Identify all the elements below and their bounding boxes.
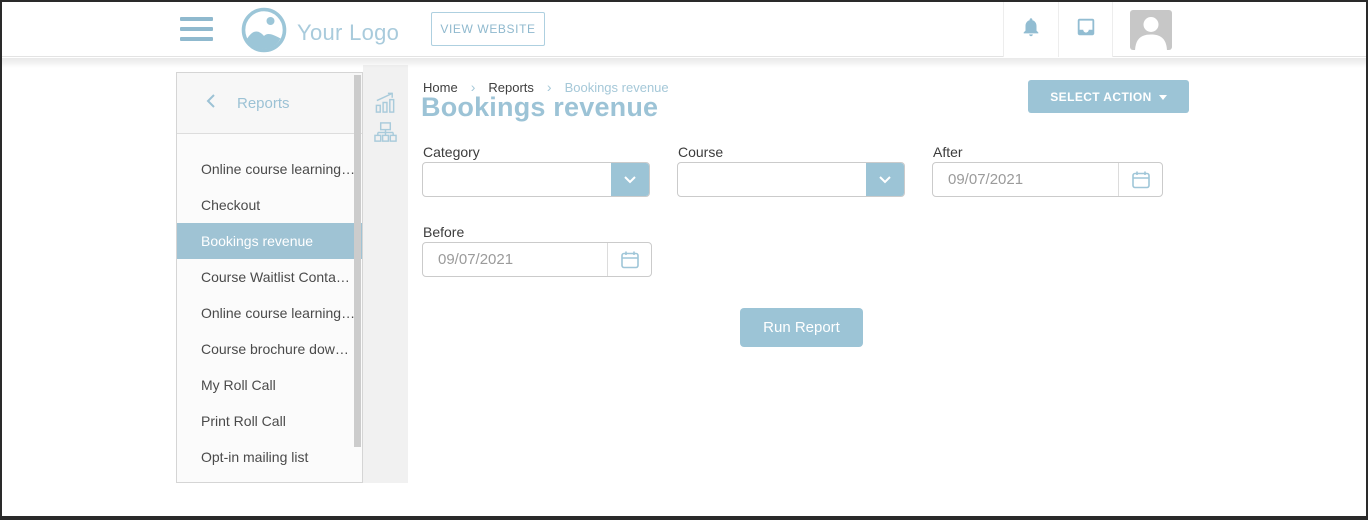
sidebar-item[interactable]: Course Waitlist Conta… (177, 259, 362, 295)
run-report-button[interactable]: Run Report (740, 308, 863, 347)
collapsed-nav-strip (363, 65, 408, 483)
reports-submenu-panel: Reports Online course learning… Checkout… (176, 72, 363, 483)
bell-icon (1020, 16, 1042, 43)
topbar-shadow (2, 58, 1366, 68)
app-window: Your Logo VIEW WEBSITE (0, 0, 1368, 520)
top-bar: Your Logo VIEW WEBSITE (2, 2, 1366, 57)
sidebar-item[interactable]: Online course learning… (177, 295, 362, 331)
caret-down-icon (1159, 95, 1167, 100)
after-calendar-button[interactable] (1118, 163, 1162, 196)
logo: Your Logo (240, 6, 399, 59)
sidebar-header-label: Reports (237, 95, 290, 112)
hamburger-menu-icon[interactable] (180, 17, 213, 41)
sidebar-back-header[interactable]: Reports (177, 73, 362, 134)
sidebar-item-bookings-revenue[interactable]: Bookings revenue (177, 223, 362, 259)
sidebar-item[interactable]: Opt-in mailing list (177, 439, 362, 475)
logo-image-icon (240, 6, 288, 59)
bar-chart-trend-icon[interactable] (374, 91, 397, 114)
after-date-input[interactable]: 09/07/2021 (932, 162, 1163, 197)
sitemap-icon[interactable] (374, 121, 397, 144)
select-action-label: SELECT ACTION (1050, 90, 1151, 104)
view-website-button[interactable]: VIEW WEBSITE (431, 12, 545, 46)
before-date-value: 09/07/2021 (423, 251, 513, 268)
logo-text: Your Logo (297, 20, 399, 46)
notifications-button[interactable] (1003, 2, 1058, 57)
chevron-down-icon[interactable] (611, 163, 649, 196)
course-label: Course (678, 144, 723, 160)
chevron-left-icon (206, 94, 216, 113)
before-date-input[interactable]: 09/07/2021 (422, 242, 652, 277)
sidebar-item[interactable]: Print Roll Call (177, 403, 362, 439)
sidebar-item[interactable]: My Roll Call (177, 367, 362, 403)
select-action-button[interactable]: SELECT ACTION (1028, 80, 1189, 113)
sidebar-item-list: Online course learning… Checkout Booking… (177, 134, 362, 475)
chevron-down-icon[interactable] (866, 163, 904, 196)
after-date-value: 09/07/2021 (933, 171, 1023, 188)
sidebar-scrollbar[interactable] (354, 75, 361, 447)
avatar[interactable] (1130, 10, 1172, 50)
before-calendar-button[interactable] (607, 243, 651, 276)
sidebar-item[interactable]: Checkout (177, 187, 362, 223)
page-title: Bookings revenue (421, 92, 658, 123)
sidebar-item[interactable]: Course brochure dow… (177, 331, 362, 367)
category-select[interactable] (422, 162, 650, 197)
course-select[interactable] (677, 162, 905, 197)
sidebar-item[interactable]: Online course learning… (177, 151, 362, 187)
before-label: Before (423, 224, 464, 240)
inbox-icon (1075, 16, 1097, 43)
category-label: Category (423, 144, 480, 160)
after-label: After (933, 144, 963, 160)
inbox-button[interactable] (1058, 2, 1113, 57)
